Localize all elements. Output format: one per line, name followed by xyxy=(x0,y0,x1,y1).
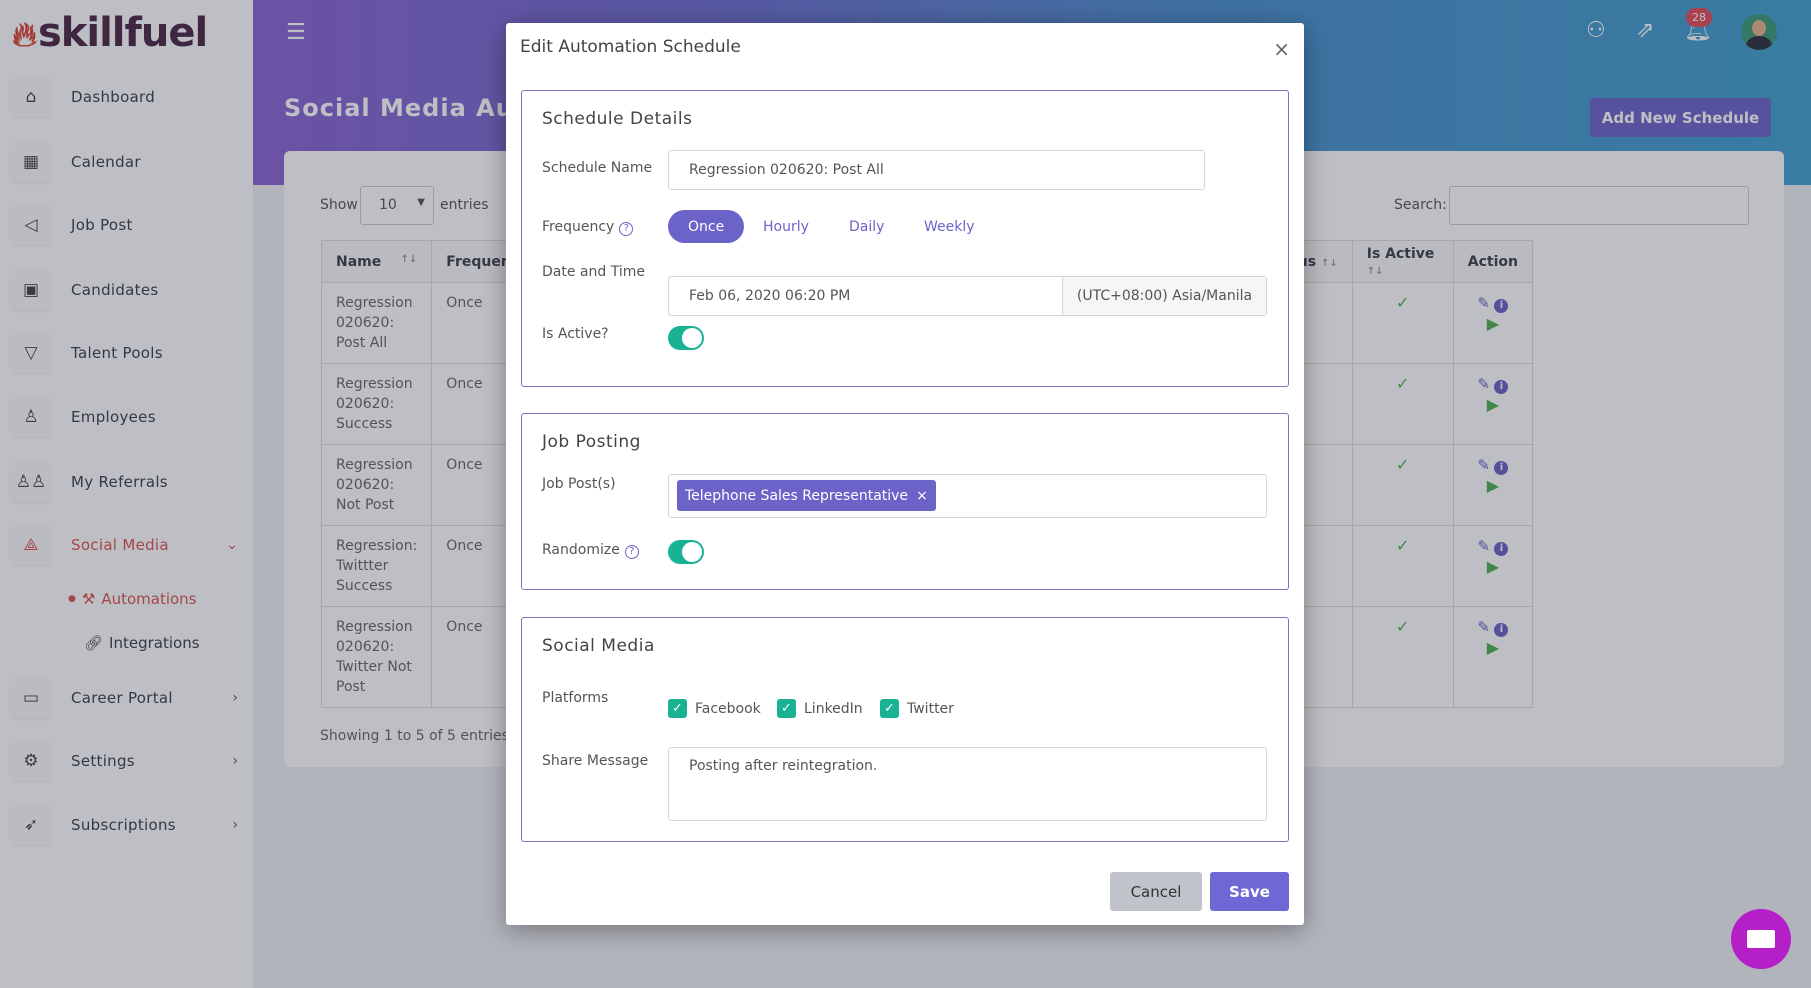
frequency-option-weekly[interactable]: Weekly xyxy=(924,210,975,243)
date-time-label: Date and Time xyxy=(542,264,645,280)
frequency-option-hourly[interactable]: Hourly xyxy=(763,210,809,243)
chat-button[interactable] xyxy=(1731,909,1791,969)
checkbox-checked-icon: ✓ xyxy=(777,699,796,718)
linkedin-checkbox[interactable]: ✓ LinkedIn xyxy=(777,699,863,718)
randomize-toggle[interactable] xyxy=(668,540,704,564)
help-icon[interactable]: ? xyxy=(619,222,634,236)
is-active-toggle[interactable] xyxy=(668,326,704,350)
checkbox-label: LinkedIn xyxy=(804,700,863,717)
section-title: Social Media xyxy=(542,636,655,656)
job-posts-input[interactable]: Telephone Sales Representative × xyxy=(668,474,1267,518)
edit-schedule-modal: Edit Automation Schedule × Schedule Deta… xyxy=(506,23,1304,925)
checkbox-checked-icon: ✓ xyxy=(880,699,899,718)
modal-title: Edit Automation Schedule xyxy=(520,37,741,57)
checkbox-label: Twitter xyxy=(907,700,954,717)
twitter-checkbox[interactable]: ✓ Twitter xyxy=(880,699,954,718)
social-media-section: Social Media Platforms ✓ Facebook ✓ Linked… xyxy=(521,617,1289,842)
help-icon[interactable]: ? xyxy=(624,545,639,559)
frequency-label: Frequency? xyxy=(542,219,634,236)
tag-label: Telephone Sales Representative xyxy=(685,487,909,504)
chat-icon xyxy=(1747,930,1775,948)
label-text: Frequency xyxy=(542,219,615,235)
schedule-name-label: Schedule Name xyxy=(542,160,653,176)
section-title: Job Posting xyxy=(542,432,641,452)
input-value: Regression 020620: Post All xyxy=(689,162,884,178)
date-time-input[interactable]: Feb 06, 2020 06:20 PM (UTC+08:00) Asia/Ma… xyxy=(668,276,1267,316)
share-message-label: Share Message xyxy=(542,753,649,769)
facebook-checkbox[interactable]: ✓ Facebook xyxy=(668,699,761,718)
is-active-label: Is Active? xyxy=(542,326,609,342)
save-button[interactable]: Save xyxy=(1210,872,1289,911)
randomize-label: Randomize? xyxy=(542,542,639,559)
frequency-selector: Once Hourly Daily Weekly xyxy=(668,210,1068,243)
frequency-option-once[interactable]: Once xyxy=(668,210,745,243)
input-value: Feb 06, 2020 06:20 PM xyxy=(689,288,851,304)
job-posts-label: Job Post(s) xyxy=(542,476,616,492)
schedule-details-section: Schedule Details Schedule Name Regressio… xyxy=(521,90,1289,387)
job-tag: Telephone Sales Representative × xyxy=(677,480,936,511)
share-message-textarea[interactable]: Posting after reintegration. xyxy=(668,747,1267,821)
schedule-name-input[interactable]: Regression 020620: Post All xyxy=(668,150,1205,190)
timezone-addon[interactable]: (UTC+08:00) Asia/Manila xyxy=(1062,277,1266,315)
remove-tag-icon[interactable]: × xyxy=(916,488,928,504)
cancel-button[interactable]: Cancel xyxy=(1110,872,1202,911)
job-posting-section: Job Posting Job Post(s) Telephone Sales … xyxy=(521,413,1289,590)
frequency-option-daily[interactable]: Daily xyxy=(849,210,884,243)
label-text: Randomize xyxy=(542,542,620,558)
textarea-value: Posting after reintegration. xyxy=(689,758,878,774)
section-title: Schedule Details xyxy=(542,109,693,129)
checkbox-label: Facebook xyxy=(695,700,761,717)
platforms-label: Platforms xyxy=(542,690,609,706)
close-icon[interactable]: × xyxy=(1273,37,1290,61)
checkbox-checked-icon: ✓ xyxy=(668,699,687,718)
